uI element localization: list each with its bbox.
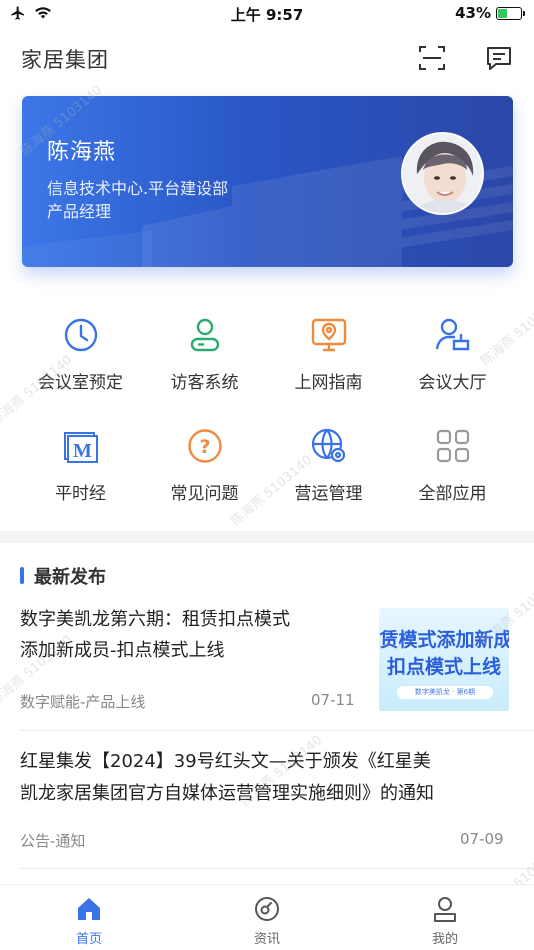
status-time: 上午 9:57 [230,6,304,24]
app-label: 平时经 [55,484,106,504]
list-divider [20,730,534,731]
app-all-apps[interactable]: 全部应用 [386,411,519,511]
message-button[interactable] [483,42,515,74]
news-item[interactable]: 红星集发【2024】39号红头文—关于颁发《红星美 凯龙家居集团官方自媒体运营管… [0,744,534,859]
news-category: 公告-通知 [20,832,86,850]
news-title-line: 数字美凯龙第六期：租赁扣点模式 [20,609,290,630]
news-title-line: 红星集发【2024】39号红头文—关于颁发《红星美 [20,751,431,772]
app-internet-guide[interactable]: 上网指南 [262,300,395,400]
app-label: 全部应用 [418,484,487,504]
status-bar: 上午 9:57 43% [0,0,534,28]
message-icon [487,47,511,70]
battery-percent: 43% [455,4,491,22]
app-label: 常见问题 [170,484,239,504]
news-title-line: 添加新成员-扣点模式上线 [20,640,225,661]
user-role: 产品经理 [47,202,112,221]
app-label: 营运管理 [294,484,363,504]
user-name: 陈海燕 [47,140,117,165]
user-department: 信息技术中心.平台建设部 [47,179,229,198]
m-book-icon: M [64,432,98,463]
news-circle-icon [255,897,279,921]
monitor-location-icon [311,318,347,352]
tab-label: 首页 [75,932,102,947]
page-title: 家居集团 [21,48,109,72]
home-icon [78,898,100,920]
bottom-tab-bar: 首页 资讯 我的 [0,884,534,950]
user-icon [434,897,456,922]
svg-text:M: M [73,440,92,462]
visitor-icon [190,318,220,352]
globe-gear-icon [311,428,346,463]
scan-icon [419,46,445,70]
news-category: 数字赋能-产品上线 [20,693,146,711]
scan-button[interactable] [416,42,448,74]
app-label: 会议大厅 [418,373,487,393]
profile-card[interactable]: 陈海燕 信息技术中心.平台建设部 产品经理 [22,96,513,267]
section-title: 最新发布 [34,567,106,588]
svg-text:?: ? [199,436,210,458]
app-faq[interactable]: ? 常见问题 [138,411,271,511]
news-thumbnail: 赁模式添加新成 扣点模式上线 数字美凯龙 · 第6期 [379,608,509,711]
list-divider [20,868,534,869]
clock-icon [64,318,98,352]
tab-news[interactable]: 资讯 [222,891,312,947]
app-pingshijing[interactable]: M 平时经 [14,411,147,511]
tab-profile[interactable]: 我的 [400,891,490,947]
app-label: 会议室预定 [38,373,123,393]
thumbnail-text: 赁模式添加新成 [379,629,509,651]
avatar[interactable] [401,132,484,215]
avatar-image [403,134,482,213]
app-label: 访客系统 [170,373,239,393]
thumbnail-text: 扣点模式上线 [386,656,501,678]
section-divider [0,531,534,543]
app-meeting-room-booking[interactable]: 会议室预定 [14,300,147,400]
section-accent-bar [20,567,24,584]
news-date: 07-09 [460,830,504,848]
tab-label: 资讯 [253,932,280,947]
tab-label: 我的 [431,932,458,947]
news-item[interactable]: 数字美凯龙第六期：租赁扣点模式 添加新成员-扣点模式上线 数字赋能-产品上线 0… [0,602,534,727]
thumbnail-tag: 数字美凯龙 · 第6期 [397,686,493,699]
meeting-hall-icon [435,318,470,351]
news-title-line: 凯龙家居集团官方自媒体运营管理实施细则》的通知 [20,783,434,804]
question-icon: ? [188,429,222,463]
app-label: 上网指南 [294,373,363,393]
tab-home[interactable]: 首页 [44,891,134,947]
app-meeting-hall[interactable]: 会议大厅 [386,300,519,400]
app-visitor-system[interactable]: 访客系统 [138,300,271,400]
app-header: 家居集团 [0,36,534,82]
app-operation-management[interactable]: 营运管理 [262,411,395,511]
status-right: 43% [455,4,525,22]
news-date: 07-11 [311,691,355,709]
battery-charging-icon [496,6,525,20]
battery-level [498,8,508,18]
grid-icon [436,429,470,463]
